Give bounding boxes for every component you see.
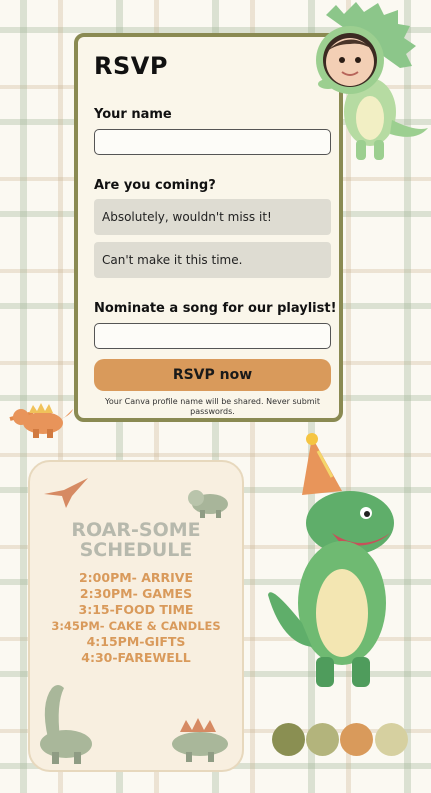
schedule-item: 4:15PM-GIFTS <box>86 634 186 649</box>
schedule-item: 3:15-FOOD TIME <box>78 602 194 617</box>
schedule-title-line2: SCHEDULE <box>79 539 193 561</box>
baby-dinosaur-avatar <box>306 0 431 165</box>
privacy-disclaimer: Your Canva profile name will be shared. … <box>105 397 320 416</box>
option-yes[interactable]: Absolutely, wouldn't miss it! <box>94 199 331 235</box>
palette-swatch <box>306 723 339 756</box>
schedule-item: 4:30-FAREWELL <box>81 650 191 665</box>
pterodactyl-icon <box>42 476 90 516</box>
schedule-item: 3:45PM- CAKE & CANDLES <box>51 619 221 633</box>
option-no[interactable]: Can't make it this time. <box>94 242 331 278</box>
rsvp-title: RSVP <box>94 52 168 80</box>
stegosaurus-icon <box>160 710 240 768</box>
schedule-card: ROAR-SOME SCHEDULE 2:00PM- ARRIVE 2:30PM… <box>28 460 244 772</box>
palette-swatch <box>340 723 373 756</box>
triceratops-icon <box>186 484 234 524</box>
name-label: Your name <box>94 107 172 122</box>
schedule-title-line1: ROAR-SOME <box>71 519 201 541</box>
schedule-item: 2:00PM- ARRIVE <box>78 570 194 585</box>
song-input[interactable] <box>94 323 331 349</box>
brachiosaurus-icon <box>22 674 102 770</box>
green-trex-party-hat <box>262 433 412 693</box>
song-label: Nominate a song for our playlist! <box>94 301 337 316</box>
palette-swatch <box>375 723 408 756</box>
name-input[interactable] <box>94 129 331 155</box>
rsvp-card: RSVP Your name Are you coming? Absolutel… <box>74 33 343 422</box>
orange-dinosaur-icon <box>5 395 75 440</box>
rsvp-submit-button[interactable]: RSVP now <box>94 359 331 391</box>
coming-label: Are you coming? <box>94 178 216 193</box>
schedule-item: 2:30PM- GAMES <box>79 586 193 601</box>
palette-swatch <box>272 723 305 756</box>
